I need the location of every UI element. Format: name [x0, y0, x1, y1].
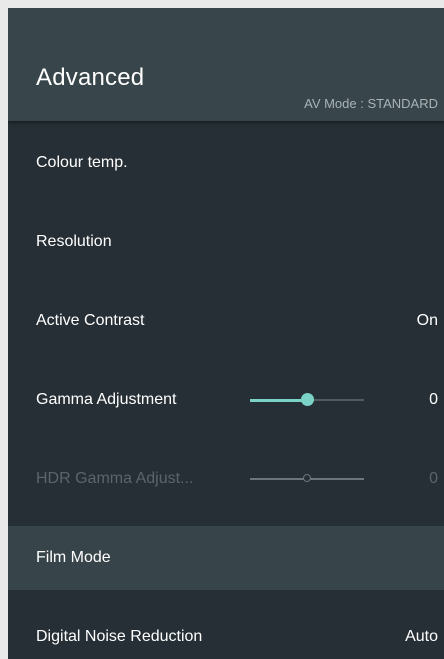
menu-item-label: Colour temp. — [36, 154, 128, 171]
menu-item-hdr-gamma-adjustment: HDR Gamma Adjust... 0 — [8, 447, 444, 511]
menu-item-label: HDR Gamma Adjust... — [36, 470, 194, 487]
panel-header: Advanced AV Mode : STANDARD — [8, 8, 444, 121]
slider-thumb[interactable] — [301, 393, 314, 406]
menu-item-digital-noise-reduction[interactable]: Digital Noise Reduction Auto — [8, 605, 444, 659]
menu-item-colour-temp[interactable]: Colour temp. — [8, 131, 444, 195]
gamma-value: 0 — [429, 391, 438, 408]
menu-item-label: Gamma Adjustment — [36, 391, 177, 408]
hdr-gamma-value: 0 — [429, 470, 438, 487]
active-contrast-value: On — [416, 312, 438, 329]
av-mode-indicator: AV Mode : STANDARD — [304, 96, 438, 111]
advanced-settings-panel: Advanced AV Mode : STANDARD Colour temp.… — [8, 8, 444, 659]
slider-thumb — [303, 474, 311, 482]
menu-item-gamma-adjustment[interactable]: Gamma Adjustment 0 — [8, 368, 444, 432]
noise-reduction-value: Auto — [405, 628, 438, 645]
menu-item-label: Active Contrast — [36, 312, 145, 329]
menu-item-film-mode[interactable]: Film Mode — [8, 526, 444, 590]
hdr-gamma-slider — [250, 474, 364, 482]
gamma-slider[interactable] — [250, 393, 364, 406]
menu-item-resolution[interactable]: Resolution — [8, 210, 444, 274]
menu-item-active-contrast[interactable]: Active Contrast On — [8, 289, 444, 353]
menu-item-label: Resolution — [36, 233, 112, 250]
page-title: Advanced — [36, 64, 145, 91]
menu-item-label: Film Mode — [36, 549, 111, 566]
menu-item-label: Digital Noise Reduction — [36, 628, 203, 645]
slider-fill — [250, 398, 307, 402]
